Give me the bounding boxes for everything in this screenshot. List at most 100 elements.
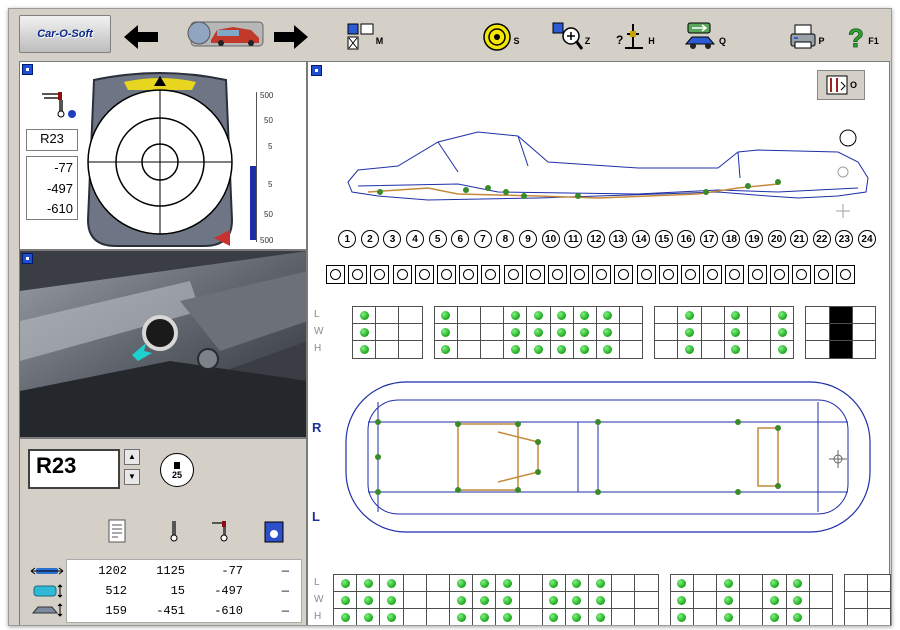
adapter-icon[interactable] [769,265,789,284]
status-cell [379,608,404,625]
adapter-icon[interactable] [503,265,523,284]
adapter-icon[interactable] [703,265,723,284]
point-button[interactable]: 13 [607,228,630,250]
point-button[interactable]: 24 [856,228,879,250]
status-cell [669,608,694,625]
status-cell [843,608,869,625]
point-button[interactable]: 5 [426,228,449,250]
point-button[interactable]: 8 [494,228,517,250]
adapter-icon[interactable] [592,265,612,284]
point-number: 10 [541,230,560,248]
point-photo-panel [19,250,307,438]
table-cell: 159 [105,604,127,618]
adapter-icon[interactable] [814,265,834,284]
status-cell [634,608,659,625]
menu-button[interactable]: M [345,14,385,52]
point-button[interactable]: 17 [698,228,721,250]
point-button[interactable]: 22 [810,228,833,250]
adapter-icon[interactable] [326,265,345,284]
help-button[interactable]: ? F1 [841,14,885,52]
status-cell [619,323,644,342]
point-button[interactable]: 9 [517,228,540,250]
point-button[interactable]: 7 [472,228,495,250]
adapter-icon[interactable] [414,265,434,284]
adapter-icon[interactable] [459,265,479,284]
point-selector-panel: R23 ▲ ▼ 25 1202 1125 -77 — 512 15 -497 —… [19,438,307,625]
status-cell [495,591,520,610]
adapter-icon[interactable] [614,265,634,284]
point-button[interactable]: 20 [765,228,788,250]
adapter-icon[interactable] [436,265,456,284]
status-cell [723,323,748,342]
status-cell [851,340,876,359]
vehicle-side-view [347,129,869,218]
status-cell [379,574,404,593]
point-button[interactable]: 16 [675,228,698,250]
point-spin-up[interactable]: ▲ [124,449,140,465]
status-cell [805,323,830,342]
status-cell [716,608,741,625]
point-button[interactable]: 2 [359,228,382,250]
point-button[interactable]: 18 [720,228,743,250]
point-button[interactable]: 21 [788,228,811,250]
status-cell [828,306,853,325]
point-button[interactable]: 14 [630,228,653,250]
status-cell [770,340,795,359]
status-cell [572,340,597,359]
adapter-icon[interactable] [636,265,656,284]
point-button[interactable]: 10 [539,228,562,250]
point-number: 5 [428,230,447,248]
adapter-icon[interactable] [658,265,678,284]
adapter-icon[interactable] [747,265,767,284]
adapter-icon[interactable] [392,265,412,284]
vehicle-select-button[interactable] [169,14,269,52]
photo-settings-icon[interactable] [22,253,33,264]
adapter-icon[interactable] [681,265,700,284]
axis-label-h: H [314,611,322,622]
adapter-icon[interactable] [481,265,501,284]
compare-q-button[interactable]: Q [681,14,729,52]
status-cell [448,591,474,610]
point-button[interactable]: 6 [449,228,472,250]
point-button[interactable]: 23 [833,228,856,250]
adapter-icon[interactable] [525,265,545,284]
status-cell [526,340,551,359]
target-s-button[interactable]: S [479,14,523,52]
point-number-field[interactable]: R23 [28,449,120,489]
point-button[interactable]: 1 [336,228,359,250]
status-cell [375,323,400,342]
next-arrow-button[interactable] [271,14,311,52]
adapter-badge[interactable]: 25 [160,453,194,487]
status-cell [654,340,679,359]
point-button[interactable]: 12 [585,228,608,250]
adapter-icon[interactable] [570,265,590,284]
point-number: 24 [857,230,876,248]
point-button[interactable]: 15 [652,228,675,250]
point-spin-down[interactable]: ▼ [124,469,140,485]
o-key-button[interactable]: O [817,70,865,100]
print-button[interactable]: P [785,14,829,52]
panel-settings-icon[interactable] [22,64,33,75]
adapter-icon[interactable] [836,265,856,284]
adapter-icon[interactable] [348,265,368,284]
status-cell [634,574,659,593]
height-h-button[interactable]: ? H [613,14,657,52]
previous-arrow-button[interactable] [121,14,161,52]
point-button[interactable]: 11 [562,228,585,250]
adapter-icon[interactable] [791,265,811,284]
zoom-button[interactable]: Z [549,14,593,52]
height-dimension-icon [31,603,63,617]
point-number: 19 [744,230,763,248]
adapter-icon[interactable] [725,265,745,284]
status-cell [425,608,450,625]
diagram-settings-icon[interactable] [311,65,322,76]
app-logo-button[interactable]: Car-O-Soft [19,15,111,53]
point-button[interactable]: 19 [743,228,766,250]
readout-point-field: R23 [26,129,78,151]
point-button[interactable]: 3 [381,228,404,250]
status-cell [433,340,458,359]
adapter-icon[interactable] [547,265,567,284]
status-cell [785,608,810,625]
adapter-icon[interactable] [370,265,390,284]
point-button[interactable]: 4 [404,228,427,250]
